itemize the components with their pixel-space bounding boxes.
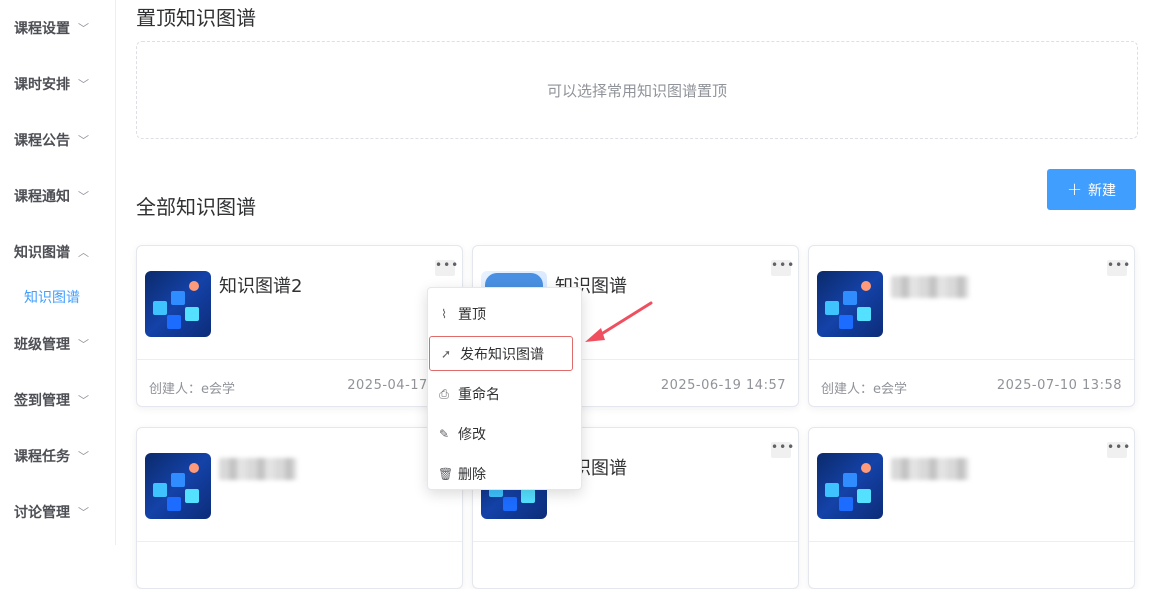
more-options-icon[interactable]: •••: [435, 259, 458, 276]
cube-network-icon: [817, 271, 883, 337]
sidebar-item-checkin[interactable]: 签到管理 ﹀: [14, 390, 89, 410]
sidebar-item-discussion[interactable]: 讨论管理 ﹀: [14, 502, 89, 522]
menu-item-publish[interactable]: ➚ 发布知识图谱: [429, 336, 573, 371]
cube-network-icon: [145, 453, 211, 519]
cube-network-icon: [145, 271, 211, 337]
sidebar: 课程设置 ﹀ 课时安排 ﹀ 课程公告 ﹀ 课程通知 ﹀ 知识图谱 ︿ 知识图谱 班级管理 ﹀…: [0, 0, 116, 545]
pinned-section-title: 置顶知识图谱: [136, 6, 256, 30]
more-options-icon[interactable]: •••: [1107, 441, 1130, 458]
card-title: 知识图谱2: [219, 276, 303, 297]
all-section-title: 全部知识图谱: [136, 195, 256, 219]
sidebar-item-schedule[interactable]: 课时安排 ﹀: [14, 74, 89, 94]
chevron-up-icon: ︿: [78, 246, 89, 259]
chevron-down-icon: ﹀: [78, 506, 89, 519]
sidebar-item-class-management[interactable]: 班级管理 ﹀: [14, 334, 89, 354]
new-button[interactable]: + 新建: [1047, 169, 1136, 210]
sidebar-subitem-knowledge-graph[interactable]: 知识图谱: [24, 287, 80, 307]
chevron-down-icon: ﹀: [78, 450, 89, 463]
paperclip-icon: ⌇: [441, 307, 447, 321]
card-divider: [137, 359, 462, 360]
card-divider: [473, 541, 798, 542]
more-options-icon[interactable]: •••: [771, 441, 794, 458]
new-button-label: 新建: [1088, 182, 1117, 199]
sidebar-item-tasks[interactable]: 课程任务 ﹀: [14, 446, 89, 466]
card-creator: 创建人：e会学: [821, 382, 907, 397]
menu-item-pin[interactable]: ⌇ 置顶: [428, 296, 583, 332]
blurred-title: [891, 458, 969, 480]
chevron-down-icon: ﹀: [78, 78, 89, 91]
rename-icon: ⎙: [439, 387, 449, 401]
chevron-down-icon: ﹀: [78, 338, 89, 351]
chevron-down-icon: ﹀: [78, 190, 89, 203]
chevron-down-icon: ﹀: [78, 134, 89, 147]
main-content: 置顶知识图谱 可以选择常用知识图谱置顶 全部知识图谱 + 新建 知识图谱2 ••…: [136, 0, 1138, 589]
menu-item-rename[interactable]: ⎙ 重命名: [428, 376, 583, 412]
card-date: 2025-06-19 14:57: [660, 378, 786, 393]
pinned-dropzone: 可以选择常用知识图谱置顶: [136, 41, 1138, 139]
card-divider: [137, 541, 462, 542]
chevron-down-icon: ﹀: [78, 22, 89, 35]
context-menu: ⌇ 置顶 ➚ 发布知识图谱 ⎙ 重命名 ✎ 修改 🗑 删除: [427, 287, 582, 490]
graph-card[interactable]: •••: [136, 427, 463, 589]
sidebar-item-notifications[interactable]: 课程通知 ﹀: [14, 186, 89, 206]
more-options-icon[interactable]: •••: [771, 259, 794, 276]
card-divider: [809, 359, 1134, 360]
card-date: 2025-07-10 13:58: [996, 378, 1122, 393]
card-divider: [809, 541, 1134, 542]
sidebar-item-course-settings[interactable]: 课程设置 ﹀: [14, 18, 89, 38]
card-creator: 创建人：e会学: [149, 382, 235, 397]
more-options-icon[interactable]: •••: [1107, 259, 1130, 276]
chevron-down-icon: ﹀: [78, 394, 89, 407]
edit-icon: ✎: [438, 427, 450, 441]
graph-card[interactable]: 知识图谱2 ••• 创建人：e会学 2025-04-17 09: [136, 245, 463, 407]
send-icon: ➚: [440, 346, 452, 361]
graph-card[interactable]: •••: [808, 427, 1135, 589]
pinned-placeholder: 可以选择常用知识图谱置顶: [546, 81, 727, 100]
menu-item-edit[interactable]: ✎ 修改: [428, 416, 583, 452]
plus-icon: +: [1066, 178, 1083, 200]
blurred-title: [219, 458, 297, 480]
blurred-title: [891, 276, 969, 298]
graph-card[interactable]: ••• 创建人：e会学 2025-07-10 13:58: [808, 245, 1135, 407]
sidebar-item-announcements[interactable]: 课程公告 ﹀: [14, 130, 89, 150]
trash-icon: 🗑: [438, 467, 454, 481]
annotation-arrow: [585, 301, 653, 342]
sidebar-item-knowledge-graph[interactable]: 知识图谱 ︿: [14, 242, 89, 262]
menu-item-delete[interactable]: 🗑 删除: [428, 456, 583, 492]
cube-network-icon: [817, 453, 883, 519]
